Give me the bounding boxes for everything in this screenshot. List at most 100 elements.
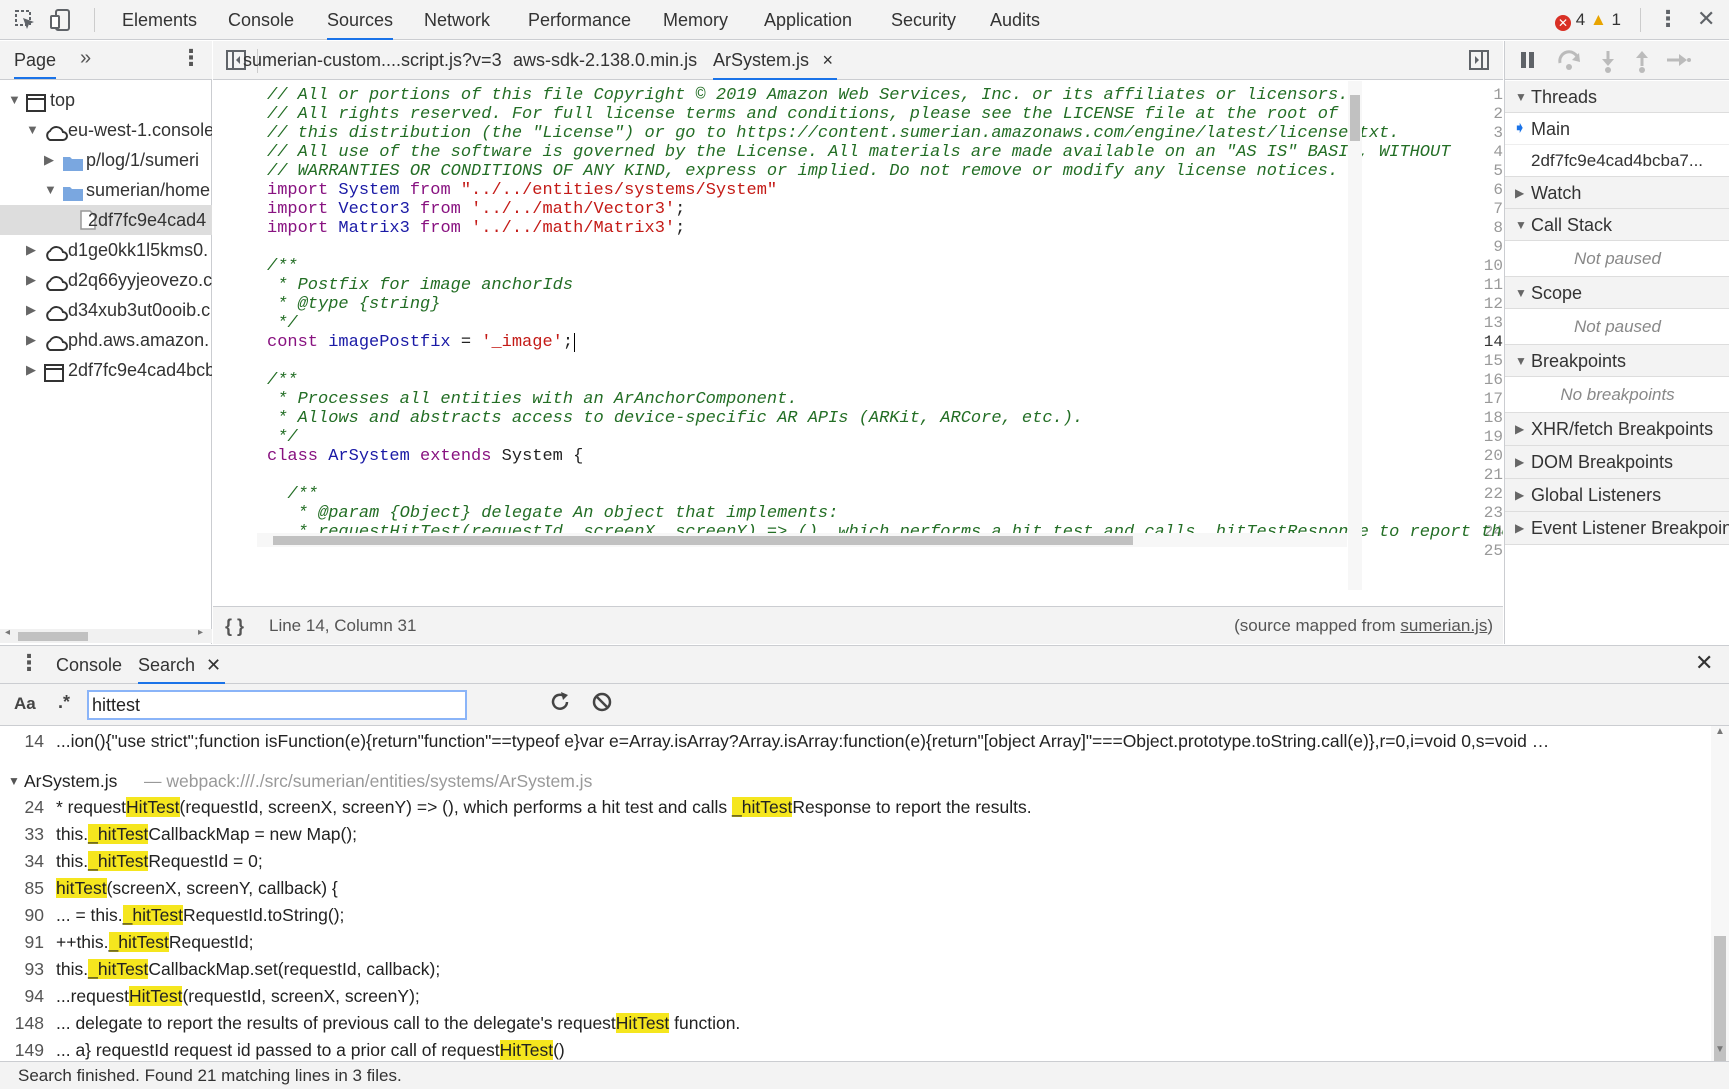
tree-item[interactable]: ▼ eu-west-1.console.: [0, 115, 212, 145]
line-number[interactable]: 5: [1459, 161, 1503, 182]
search-input[interactable]: [87, 690, 467, 720]
line-number[interactable]: 23: [1459, 503, 1503, 524]
code-line[interactable]: */: [267, 427, 297, 448]
expanded-arrow-icon[interactable]: ▼: [26, 115, 39, 145]
tree-item[interactable]: ▶ p/log/1/sumeri: [0, 145, 212, 175]
line-number[interactable]: 17: [1459, 389, 1503, 410]
collapsed-arrow-icon[interactable]: ▶: [26, 265, 36, 295]
inspect-element-icon[interactable]: [14, 9, 36, 37]
line-number[interactable]: 3: [1459, 123, 1503, 144]
line-number[interactable]: 2: [1459, 104, 1503, 125]
line-number[interactable]: 18: [1459, 408, 1503, 429]
code-line[interactable]: * Processes all entities with an ArAncho…: [267, 389, 797, 410]
code-line[interactable]: class ArSystem extends System {: [267, 446, 583, 467]
tab-audits[interactable]: Audits: [990, 0, 1040, 40]
code-line[interactable]: // All use of the software is governed b…: [267, 142, 1450, 163]
tab-network[interactable]: Network: [424, 0, 490, 40]
tree-item[interactable]: ▶ d1ge0kk1l5kms0.: [0, 235, 212, 265]
line-number[interactable]: 15: [1459, 351, 1503, 372]
code-line[interactable]: // WARRANTIES OR CONDITIONS OF ANY KIND,…: [267, 161, 1338, 182]
global-listeners-section-header[interactable]: ▶ Global Listeners: [1505, 479, 1729, 512]
collapsed-arrow-icon[interactable]: ▶: [44, 145, 54, 175]
pretty-print-icon[interactable]: { }: [225, 607, 244, 645]
tab-memory[interactable]: Memory: [663, 0, 728, 40]
line-number[interactable]: 19: [1459, 427, 1503, 448]
toggle-debugger-icon[interactable]: [1468, 49, 1490, 76]
step-out-icon[interactable]: [1633, 49, 1651, 78]
xhr-breakpoints-section-header[interactable]: ▶ XHR/fetch Breakpoints: [1505, 413, 1729, 446]
line-number[interactable]: 25: [1459, 541, 1503, 562]
event-listener-breakpoints-section-header[interactable]: ▶ Event Listener Breakpoints: [1505, 512, 1729, 545]
editor-horizontal-scrollbar[interactable]: [257, 533, 1347, 547]
code-line[interactable]: // All rights reserved. For full license…: [267, 104, 1338, 125]
tab-console[interactable]: Console: [56, 646, 122, 684]
collapsed-arrow-icon[interactable]: ▶: [26, 235, 36, 265]
clear-search-icon[interactable]: [590, 690, 614, 719]
expanded-arrow-icon[interactable]: ▼: [8, 85, 21, 115]
tree-item[interactable]: 2df7fc9e4cad4: [0, 205, 212, 235]
line-number[interactable]: 9: [1459, 237, 1503, 258]
tab-performance[interactable]: Performance: [528, 0, 631, 40]
code-line[interactable]: // All or portions of this file Copyrigh…: [267, 85, 1348, 106]
error-counter[interactable]: ✕ 4 ▲ 1: [1555, 10, 1621, 31]
breakpoints-section-header[interactable]: ▼ Breakpoints: [1505, 345, 1729, 377]
tree-item[interactable]: ▶ 2df7fc9e4cad4bcb: [0, 355, 212, 385]
close-search-tab-icon[interactable]: ✕: [206, 646, 221, 684]
step-over-icon[interactable]: [1557, 49, 1583, 76]
line-number[interactable]: 8: [1459, 218, 1503, 239]
tab-page[interactable]: Page: [14, 41, 57, 79]
close-drawer-icon[interactable]: ✕: [1695, 650, 1713, 676]
more-options-icon[interactable]: ⋮: [1657, 6, 1679, 32]
line-number[interactable]: 10: [1459, 256, 1503, 277]
line-number[interactable]: 12: [1459, 294, 1503, 315]
line-number[interactable]: 11: [1459, 275, 1503, 296]
code-line[interactable]: * Allows and abstracts access to device-…: [267, 408, 1083, 429]
tree-item[interactable]: ▶ d34xub3ut0ooib.c: [0, 295, 212, 325]
tree-item[interactable]: ▶ phd.aws.amazon.: [0, 325, 212, 355]
scope-section-header[interactable]: ▼ Scope: [1505, 277, 1729, 309]
tab-application[interactable]: Application: [764, 0, 852, 40]
line-number[interactable]: 13: [1459, 313, 1503, 334]
tab-sources[interactable]: Sources: [327, 0, 394, 40]
line-number[interactable]: 1: [1459, 85, 1503, 106]
collapsed-arrow-icon[interactable]: ▶: [26, 295, 36, 325]
editor-file-tab[interactable]: ArSystem.js ×: [713, 41, 838, 80]
code-line[interactable]: /**: [267, 256, 298, 277]
expanded-arrow-icon[interactable]: ▼: [44, 175, 57, 205]
tree-item[interactable]: ▼ top: [0, 85, 212, 115]
more-tabs-icon[interactable]: »: [80, 47, 91, 70]
line-number[interactable]: 21: [1459, 465, 1503, 486]
code-line[interactable]: import Vector3 from '../../math/Vector3'…: [267, 199, 685, 220]
tab-elements[interactable]: Elements: [122, 0, 197, 40]
line-number[interactable]: 6: [1459, 180, 1503, 201]
close-devtools-icon[interactable]: ✕: [1697, 6, 1715, 32]
line-number[interactable]: 14: [1459, 332, 1503, 353]
expanded-arrow-icon[interactable]: ▼: [8, 768, 20, 795]
watch-section-header[interactable]: ▶ Watch: [1505, 177, 1729, 209]
code-line[interactable]: // this distribution (the "License") or …: [267, 123, 1399, 144]
line-number[interactable]: 16: [1459, 370, 1503, 391]
threads-section-header[interactable]: ▼ Threads: [1505, 81, 1729, 113]
code-line[interactable]: const imagePostfix = '_image';: [267, 332, 576, 353]
drawer-menu-icon[interactable]: ⋮: [18, 650, 40, 676]
source-map-link[interactable]: sumerian.js: [1400, 616, 1487, 635]
pause-icon[interactable]: [1519, 50, 1537, 75]
code-line[interactable]: import System from "../../entities/syste…: [267, 180, 777, 201]
tree-item[interactable]: ▶ d2q66yyjeovezo.c: [0, 265, 212, 295]
thread-worker[interactable]: 2df7fc9e4cad4bcba7...: [1505, 145, 1729, 177]
code-line[interactable]: */: [267, 313, 297, 334]
editor-file-tab[interactable]: aws-sdk-2.138.0.min.js: [513, 41, 697, 80]
editor-vertical-scrollbar[interactable]: [1348, 81, 1362, 590]
device-toolbar-icon[interactable]: [50, 8, 72, 37]
step-icon[interactable]: [1665, 49, 1691, 76]
editor-file-tab[interactable]: sumerian-custom....script.js?v=3: [243, 41, 502, 80]
tab-search[interactable]: Search ✕: [138, 646, 226, 684]
line-number[interactable]: 22: [1459, 484, 1503, 505]
thread-main[interactable]: ➧ Main: [1505, 113, 1729, 145]
code-line[interactable]: * @param {Object} delegate An object tha…: [267, 503, 839, 524]
line-number[interactable]: 4: [1459, 142, 1503, 163]
tab-security[interactable]: Security: [891, 0, 956, 40]
tab-console[interactable]: Console: [228, 0, 294, 40]
results-scrollbar[interactable]: ▲ ▼: [1711, 726, 1729, 1076]
tree-item[interactable]: ▼ sumerian/home: [0, 175, 212, 205]
